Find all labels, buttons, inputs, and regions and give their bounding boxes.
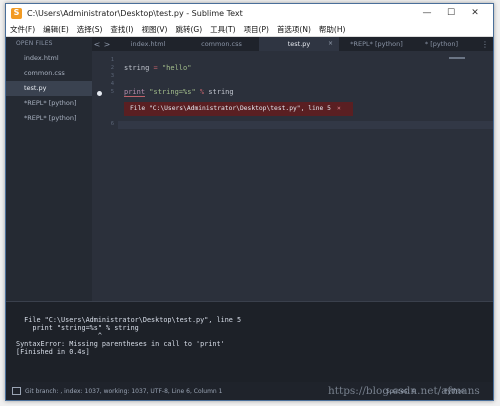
code-editor[interactable]: 1 2 3 4 5 6 string = "hello" print "stri… (92, 51, 493, 301)
tab-test-py[interactable]: test.py × (259, 37, 339, 51)
line-gutter: 1 2 3 4 5 6 (92, 51, 118, 301)
code-token: string (124, 64, 150, 72)
menu-view[interactable]: 视图(V) (137, 24, 171, 35)
tab-label: test.py (287, 40, 311, 48)
sublime-window: S C:\Users\Administrator\Desktop\test.py… (5, 3, 494, 401)
sidebar-item-index-html[interactable]: index.html (6, 51, 92, 66)
code-line-5: print "string=%s" % string (124, 88, 234, 97)
code-token: print (124, 88, 146, 97)
build-output-panel[interactable]: File "C:\Users\Administrator\Desktop\tes… (6, 301, 493, 383)
code-token: = (149, 64, 162, 72)
output-line: print "string=%s" % string (16, 324, 139, 332)
tab-label: * [python] (424, 40, 459, 48)
code-token: string (208, 88, 234, 96)
line-number: 5 (110, 89, 114, 95)
tab-python[interactable]: * [python] (414, 37, 469, 51)
tab-index-html[interactable]: index.html (112, 37, 184, 51)
line-number: 6 (110, 121, 114, 127)
close-icon[interactable]: × (337, 105, 341, 112)
menu-preferences[interactable]: 首选项(N) (273, 24, 315, 35)
code-line-2: string = "hello" (124, 64, 191, 72)
minimize-button[interactable]: — (415, 4, 439, 22)
watermark: https://blog.csdn.net/afmans (328, 385, 480, 397)
sublime-logo-icon: S (11, 7, 22, 19)
menu-edit[interactable]: 编辑(E) (39, 24, 73, 35)
output-line: SyntaxError: Missing parentheses in call… (16, 340, 225, 348)
line-number: 2 (110, 65, 114, 71)
status-info: Git branch: , index: 1037, working: 1037… (25, 387, 223, 395)
menu-find[interactable]: 查找(I) (106, 24, 137, 35)
output-line: ^ (16, 332, 102, 340)
sidebar-item-common-css[interactable]: common.css (6, 66, 92, 81)
window-title: C:\Users\Administrator\Desktop\test.py -… (27, 8, 243, 18)
tab-label: common.css (201, 40, 242, 48)
tab-common-css[interactable]: common.css (184, 37, 259, 51)
tab-bar: < > index.html common.css test.py × *REP… (92, 37, 493, 51)
modified-marker-icon (97, 91, 102, 96)
close-button[interactable]: ✕ (463, 4, 487, 22)
menu-help[interactable]: 帮助(H) (315, 24, 350, 35)
sidebar-item-repl-python-2[interactable]: *REPL* [python] (6, 111, 92, 126)
menu-bar: 文件(F) 编辑(E) 选择(S) 查找(I) 视图(V) 跳转(G) 工具(T… (6, 22, 493, 37)
current-line-highlight (118, 121, 493, 129)
menu-file[interactable]: 文件(F) (6, 24, 39, 35)
line-number: 3 (110, 73, 114, 79)
menu-selection[interactable]: 选择(S) (73, 24, 107, 35)
menu-goto[interactable]: 跳转(G) (171, 24, 206, 35)
menu-project[interactable]: 项目(P) (240, 24, 273, 35)
code-token: % (195, 88, 209, 96)
output-line: File "C:\Users\Administrator\Desktop\tes… (16, 316, 242, 324)
close-icon[interactable]: × (328, 37, 333, 51)
code-token: "string=%s" (149, 88, 196, 96)
line-number: 1 (110, 57, 114, 63)
title-bar: S C:\Users\Administrator\Desktop\test.py… (6, 4, 493, 22)
maximize-button[interactable]: ☐ (439, 4, 463, 22)
panel-toggle-icon[interactable] (12, 387, 21, 395)
tab-next-icon[interactable]: > (102, 40, 112, 49)
code-token: "hello" (161, 64, 192, 72)
menu-tools[interactable]: 工具(T) (206, 24, 239, 35)
tab-label: index.html (130, 40, 166, 48)
tab-overflow-icon[interactable]: ⋮ (481, 40, 493, 49)
sidebar-header: OPEN FILES (16, 40, 53, 47)
tab-prev-icon[interactable]: < (92, 40, 102, 49)
sidebar-item-repl-python[interactable]: *REPL* [python] (6, 96, 92, 111)
tab-repl-python[interactable]: *REPL* [python] (339, 37, 414, 51)
sidebar-item-test-py[interactable]: test.py (6, 81, 92, 96)
error-message: File "C:\Users\Administrator\Desktop\tes… (130, 105, 331, 112)
line-number: 4 (110, 81, 114, 87)
output-line: [Finished in 0.4s] (16, 348, 90, 356)
minimap[interactable] (449, 57, 465, 59)
tab-label: *REPL* [python] (350, 40, 403, 48)
error-phantom: File "C:\Users\Administrator\Desktop\tes… (124, 102, 353, 116)
